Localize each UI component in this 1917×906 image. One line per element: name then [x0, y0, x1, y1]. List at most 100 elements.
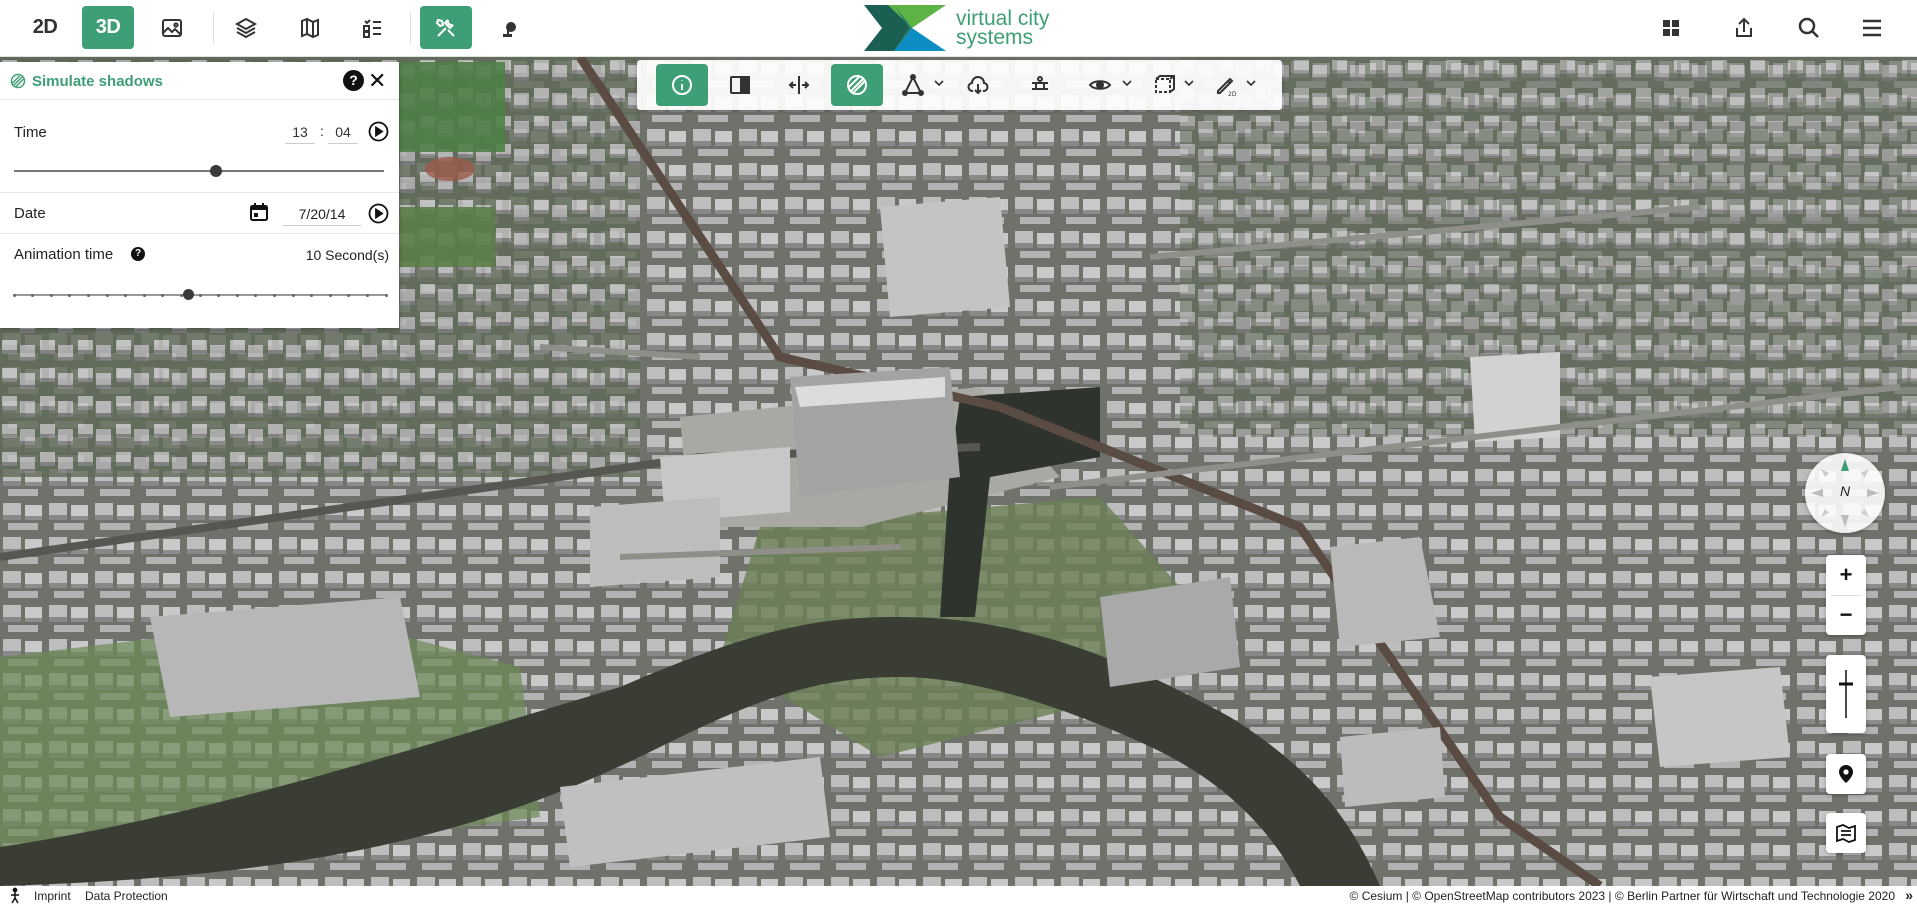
slider-tick [384, 293, 388, 297]
date-label: Date [14, 205, 46, 222]
play-icon [368, 203, 389, 224]
slider-tick [86, 293, 90, 297]
viewshed-button[interactable] [1074, 64, 1126, 106]
slider-tick [49, 293, 53, 297]
shadow-tool-button[interactable] [831, 64, 883, 106]
tools-button[interactable] [420, 6, 472, 49]
slider-tick [217, 293, 221, 297]
slider-tick [12, 293, 16, 297]
date-input[interactable]: 7/20/14 [283, 202, 361, 226]
measure-button[interactable] [887, 64, 939, 106]
nav-divider [410, 14, 411, 42]
attribution-text: © Cesium | © OpenStreetMap contributors … [1349, 889, 1895, 903]
close-icon[interactable]: ✕ [368, 68, 386, 94]
export-button[interactable] [952, 64, 1004, 106]
share-button[interactable] [1718, 6, 1770, 49]
panel-header: Simulate shadows ? ✕ [0, 62, 399, 100]
time-slider-thumb[interactable] [209, 165, 222, 177]
row-divider [0, 192, 399, 193]
content-tree-icon [363, 18, 381, 38]
measure-dropdown[interactable] [933, 76, 945, 88]
compass-control[interactable]: N [1805, 453, 1885, 533]
search-button[interactable] [1783, 6, 1835, 49]
clipping-icon [1155, 75, 1175, 93]
3d-view-label: 3D [95, 16, 121, 38]
chevron-down-icon [1122, 80, 1132, 87]
chevron-down-icon [1184, 80, 1194, 87]
dashboard-icon [1663, 19, 1679, 36]
calendar-icon[interactable] [249, 202, 269, 222]
panel-title: Simulate shadows [32, 73, 163, 90]
animation-slider-thumb[interactable] [183, 289, 195, 300]
overview-map-button[interactable] [1826, 813, 1866, 853]
nav-divider [213, 14, 214, 42]
measure-icon [902, 74, 924, 96]
clipping-button[interactable] [1137, 64, 1189, 106]
top-navigation-bar: 2D 3D virtual city systems [0, 0, 1917, 57]
main-menu-button[interactable] [1846, 6, 1898, 49]
info-icon [672, 75, 692, 95]
zoom-in-button[interactable]: + [1826, 555, 1866, 595]
logo-mark [864, 5, 946, 51]
slider-tick [142, 293, 146, 297]
zoom-control: + − [1826, 555, 1866, 635]
feature-info-button[interactable] [656, 64, 708, 106]
3d-view-button[interactable]: 3D [82, 6, 134, 49]
toolbox-icon [503, 21, 516, 37]
slider-tick [365, 293, 369, 297]
play-date-button[interactable] [368, 203, 389, 224]
split-view-button[interactable] [714, 64, 766, 106]
compare-button[interactable] [773, 64, 825, 106]
time-label: Time [14, 124, 47, 141]
person-walk-icon [11, 887, 19, 904]
animation-time-value: 10 Second(s) [305, 247, 389, 263]
simulate-shadows-panel: Simulate shadows ? ✕ Time 13 : 04 Date 7… [0, 62, 399, 328]
viewshed-icon [1088, 80, 1112, 90]
2d-view-label: 2D [32, 16, 58, 38]
footer-bar: Imprint Data Protection © Cesium | © Ope… [0, 886, 1917, 906]
hour-input[interactable]: 13 [285, 120, 315, 144]
animation-time-label: Animation time [14, 246, 114, 263]
split-view-icon [730, 76, 750, 94]
chevron-down-icon [1246, 80, 1256, 87]
time-slider-track[interactable] [14, 170, 384, 172]
map-tools-toolbar: 2D [637, 60, 1282, 110]
toolbox-button[interactable] [484, 6, 536, 49]
zoom-out-button[interactable]: − [1826, 595, 1866, 635]
slider-tick [328, 293, 332, 297]
2d-view-button[interactable]: 2D [19, 6, 71, 49]
oblique-view-button[interactable] [146, 6, 198, 49]
viewshed-dropdown[interactable] [1121, 76, 1133, 88]
slider-tick [68, 293, 72, 297]
expand-attribution-button[interactable]: » [1905, 887, 1913, 903]
content-tree-button[interactable] [346, 6, 398, 49]
draw-dropdown[interactable] [1245, 76, 1257, 88]
chevron-down-icon [934, 80, 944, 87]
help-icon[interactable]: ? [131, 247, 145, 261]
help-icon[interactable]: ? [343, 70, 364, 91]
tilt-slider-icon [1839, 670, 1853, 718]
imprint-link[interactable]: Imprint [34, 889, 71, 903]
slider-tick [198, 293, 202, 297]
layers-button[interactable] [220, 6, 272, 49]
menu-icon [1863, 19, 1881, 36]
locate-button[interactable] [1826, 754, 1866, 794]
logo-text: virtual city systems [956, 8, 1049, 48]
layers-icon [234, 17, 258, 38]
location-pin-icon [1839, 765, 1853, 783]
tilt-control[interactable] [1826, 655, 1866, 733]
slider-tick [254, 293, 258, 297]
play-time-button[interactable] [368, 121, 389, 142]
slider-tick [124, 293, 128, 297]
dashboard-button[interactable] [1645, 6, 1697, 49]
minute-input[interactable]: 04 [328, 120, 358, 144]
flight-button[interactable] [1014, 64, 1066, 106]
clipping-dropdown[interactable] [1183, 76, 1195, 88]
legend-icon [301, 17, 319, 38]
legend-button[interactable] [284, 6, 336, 49]
time-separator: : [320, 123, 324, 139]
slider-tick [347, 293, 351, 297]
data-protection-link[interactable]: Data Protection [85, 889, 168, 903]
svg-text:2D: 2D [1228, 91, 1237, 97]
slider-tick [291, 293, 295, 297]
